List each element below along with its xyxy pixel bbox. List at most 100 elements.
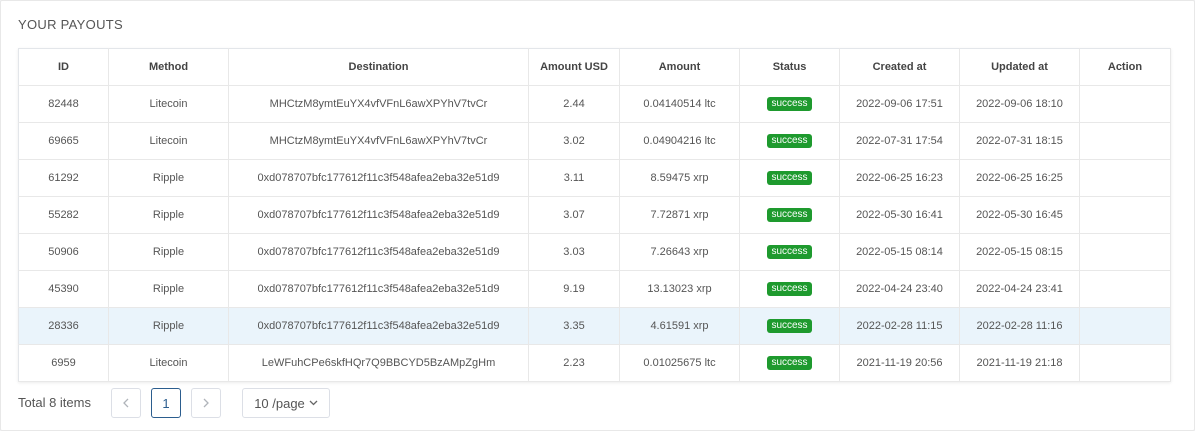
cell-method: Litecoin (108, 344, 229, 382)
cell-status: success (739, 344, 840, 382)
cell-updated-at: 2022-09-06 18:10 (959, 85, 1080, 123)
cell-status: success (739, 307, 840, 345)
page-1-button[interactable]: 1 (151, 388, 181, 418)
column-header-status[interactable]: Status (739, 48, 840, 86)
page-title: YOUR PAYOUTS (18, 17, 123, 32)
cell-destination: 0xd078707bfc177612f11c3f548afea2eba32e51… (228, 196, 529, 234)
total-items-label: Total 8 items (18, 395, 91, 410)
payouts-table: ID Method Destination Amount USD Amount … (18, 48, 1171, 382)
cell-amount: 0.04140514 ltc (619, 85, 740, 123)
cell-amount-usd: 3.35 (528, 307, 620, 345)
cell-amount: 0.04904216 ltc (619, 122, 740, 160)
column-header-amount[interactable]: Amount (619, 48, 740, 86)
cell-created-at: 2022-05-15 08:14 (839, 233, 960, 271)
chevron-right-icon (203, 398, 209, 408)
cell-created-at: 2022-04-24 23:40 (839, 270, 960, 308)
cell-created-at: 2022-07-31 17:54 (839, 122, 960, 160)
cell-amount-usd: 3.02 (528, 122, 620, 160)
cell-amount: 13.13023 xrp (619, 270, 740, 308)
cell-destination: MHCtzM8ymtEuYX4vfVFnL6awXPYhV7tvCr (228, 85, 529, 123)
cell-method: Litecoin (108, 85, 229, 123)
status-badge: success (767, 97, 812, 111)
cell-updated-at: 2022-05-15 08:15 (959, 233, 1080, 271)
column-header-id[interactable]: ID (18, 48, 109, 86)
cell-updated-at: 2022-04-24 23:41 (959, 270, 1080, 308)
column-header-action: Action (1079, 48, 1171, 86)
cell-destination: 0xd078707bfc177612f11c3f548afea2eba32e51… (228, 159, 529, 197)
column-header-amount-usd[interactable]: Amount USD (528, 48, 620, 86)
cell-action (1079, 307, 1171, 345)
cell-action (1079, 159, 1171, 197)
table-row: 28336 Ripple 0xd078707bfc177612f11c3f548af… (18, 307, 1171, 345)
cell-created-at: 2022-05-30 16:41 (839, 196, 960, 234)
cell-id: 82448 (18, 85, 109, 123)
next-page-button[interactable] (191, 388, 221, 418)
cell-amount-usd: 2.23 (528, 344, 620, 382)
page-size-select[interactable]: 10 /page (242, 388, 330, 418)
cell-updated-at: 2022-06-25 16:25 (959, 159, 1080, 197)
cell-id: 28336 (18, 307, 109, 345)
cell-status: success (739, 233, 840, 271)
cell-method: Ripple (108, 307, 229, 345)
cell-action (1079, 344, 1171, 382)
cell-created-at: 2022-02-28 11:15 (839, 307, 960, 345)
cell-id: 6959 (18, 344, 109, 382)
cell-method: Ripple (108, 196, 229, 234)
cell-id: 45390 (18, 270, 109, 308)
cell-action (1079, 196, 1171, 234)
cell-amount-usd: 3.03 (528, 233, 620, 271)
table-row: 55282 Ripple 0xd078707bfc177612f11c3f548af… (18, 196, 1171, 234)
prev-page-button[interactable] (111, 388, 141, 418)
cell-status: success (739, 85, 840, 123)
status-badge: success (767, 208, 812, 222)
cell-amount: 0.01025675 ltc (619, 344, 740, 382)
status-badge: success (767, 319, 812, 333)
cell-method: Ripple (108, 270, 229, 308)
table-row: 61292 Ripple 0xd078707bfc177612f11c3f548af… (18, 159, 1171, 197)
status-badge: success (767, 171, 812, 185)
cell-created-at: 2022-06-25 16:23 (839, 159, 960, 197)
cell-action (1079, 233, 1171, 271)
cell-method: Litecoin (108, 122, 229, 160)
cell-id: 61292 (18, 159, 109, 197)
cell-status: success (739, 196, 840, 234)
status-badge: success (767, 356, 812, 370)
cell-amount: 7.26643 xrp (619, 233, 740, 271)
cell-updated-at: 2021-11-19 21:18 (959, 344, 1080, 382)
status-badge: success (767, 245, 812, 259)
column-header-created-at[interactable]: Created at (839, 48, 960, 86)
table-row: 69665 Litecoin MHCtzM8ymtEuYX4vfVFnL6awXPY… (18, 122, 1171, 160)
cell-destination: MHCtzM8ymtEuYX4vfVFnL6awXPYhV7tvCr (228, 122, 529, 160)
cell-destination: 0xd078707bfc177612f11c3f548afea2eba32e51… (228, 233, 529, 271)
cell-id: 55282 (18, 196, 109, 234)
cell-status: success (739, 122, 840, 160)
cell-action (1079, 85, 1171, 123)
chevron-left-icon (123, 398, 129, 408)
cell-created-at: 2021-11-19 20:56 (839, 344, 960, 382)
status-badge: success (767, 282, 812, 296)
table-row: 6959 Litecoin LeWFuhCPe6skfHQr7Q9BBCYD5BzA… (18, 344, 1171, 382)
table-row: 82448 Litecoin MHCtzM8ymtEuYX4vfVFnL6awXPY… (18, 85, 1171, 123)
cell-amount-usd: 3.07 (528, 196, 620, 234)
cell-destination: LeWFuhCPe6skfHQr7Q9BBCYD5BzAMpZgHm (228, 344, 529, 382)
cell-id: 50906 (18, 233, 109, 271)
cell-amount: 7.72871 xrp (619, 196, 740, 234)
status-badge: success (767, 134, 812, 148)
cell-updated-at: 2022-07-31 18:15 (959, 122, 1080, 160)
table-row: 50906 Ripple 0xd078707bfc177612f11c3f548af… (18, 233, 1171, 271)
table-header-row: ID Method Destination Amount USD Amount … (18, 48, 1171, 86)
cell-amount-usd: 9.19 (528, 270, 620, 308)
cell-status: success (739, 159, 840, 197)
column-header-destination[interactable]: Destination (228, 48, 529, 86)
table-body: 82448 Litecoin MHCtzM8ymtEuYX4vfVFnL6awXPY… (18, 85, 1171, 382)
cell-updated-at: 2022-05-30 16:45 (959, 196, 1080, 234)
cell-amount: 4.61591 xrp (619, 307, 740, 345)
chevron-down-icon (309, 400, 318, 406)
cell-amount-usd: 2.44 (528, 85, 620, 123)
cell-destination: 0xd078707bfc177612f11c3f548afea2eba32e51… (228, 270, 529, 308)
cell-amount: 8.59475 xrp (619, 159, 740, 197)
column-header-method[interactable]: Method (108, 48, 229, 86)
cell-action (1079, 270, 1171, 308)
column-header-updated-at[interactable]: Updated at (959, 48, 1080, 86)
cell-action (1079, 122, 1171, 160)
